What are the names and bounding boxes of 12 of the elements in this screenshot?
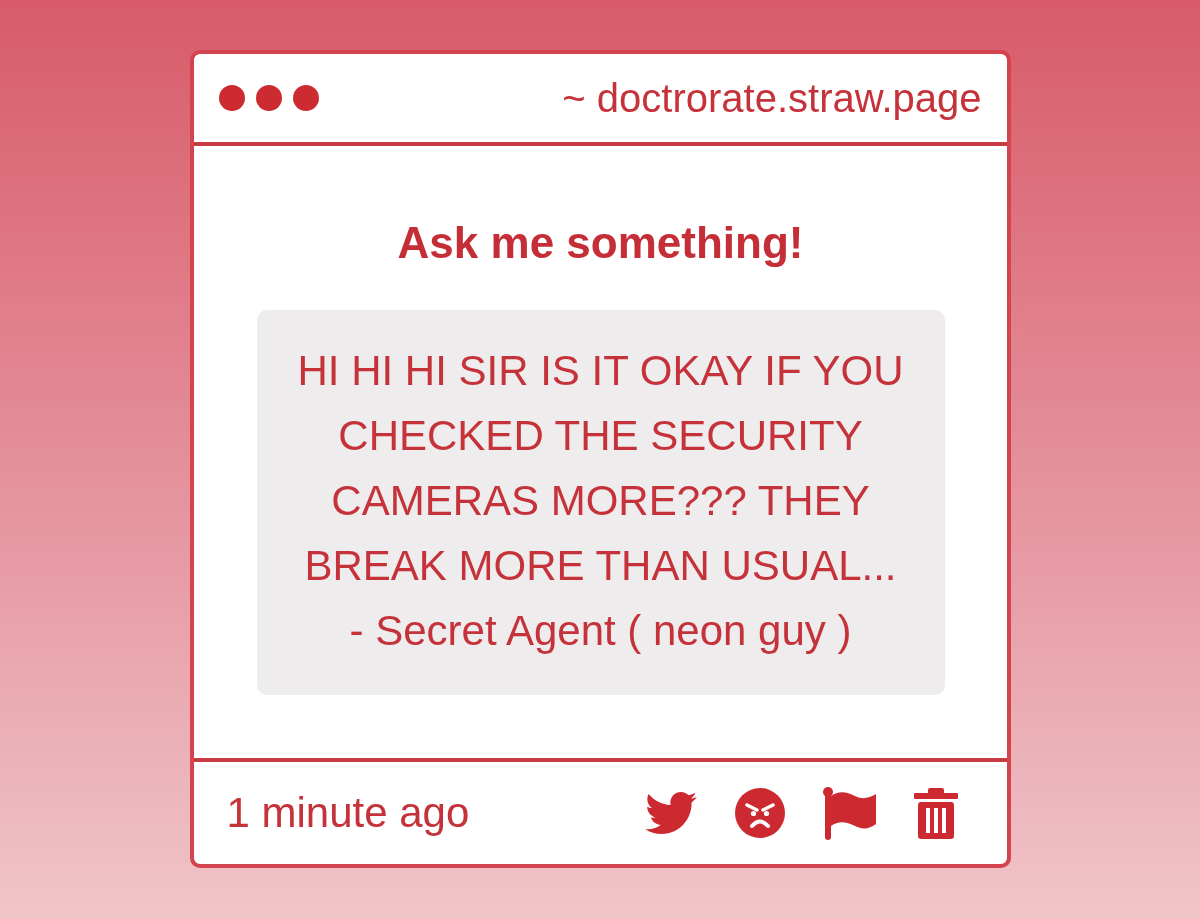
message-text: HI HI HI SIR IS IT OKAY IF YOU CHECKED THE SECURITY CAMERAS MORE??? THEY BREAK MORE THAN USUAL... bbox=[296, 346, 905, 591]
flag-icon[interactable] bbox=[822, 786, 876, 840]
timestamp-text: 1 minute ago bbox=[226, 788, 470, 838]
signature-text: - Secret Agent ( neon guy ) bbox=[348, 606, 853, 656]
url-text: ~ doctrorate.straw.page bbox=[562, 75, 982, 122]
trash-icon[interactable] bbox=[913, 787, 958, 839]
bird-icon[interactable] bbox=[644, 792, 697, 834]
dot-icon bbox=[255, 85, 282, 111]
dot-icon bbox=[218, 85, 245, 111]
dot-icon bbox=[292, 85, 319, 111]
angry-face-icon[interactable] bbox=[734, 788, 785, 838]
prompt-title: Ask me something! bbox=[396, 220, 805, 266]
